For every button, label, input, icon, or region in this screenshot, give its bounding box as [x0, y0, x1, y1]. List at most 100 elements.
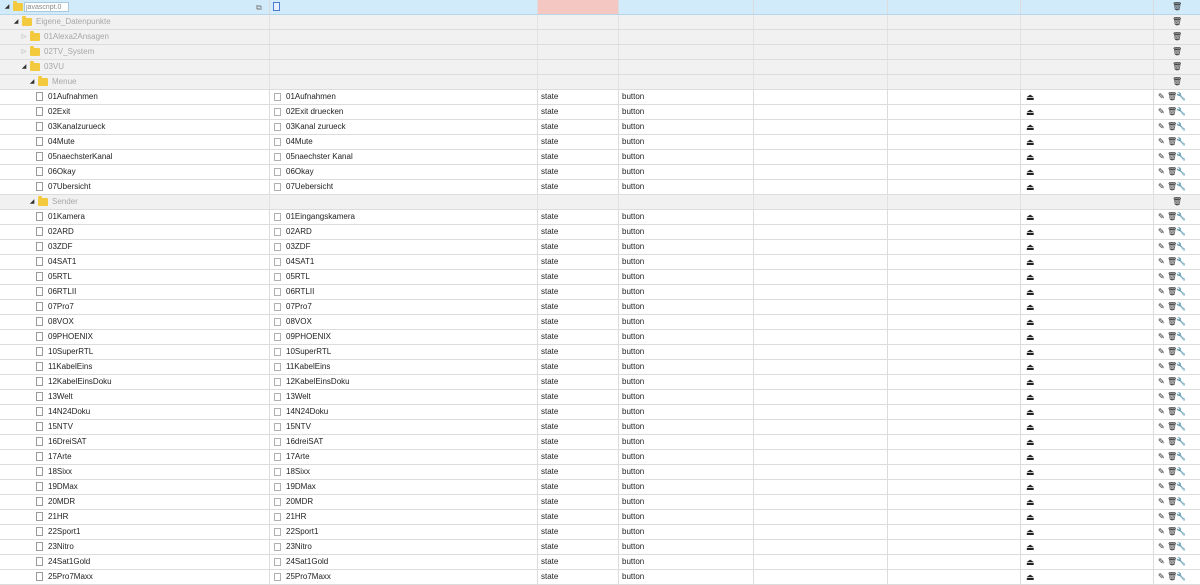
wrench-icon[interactable]: 🔧 — [1176, 120, 1186, 134]
delete-icon[interactable]: 🗑 — [1167, 255, 1177, 269]
push-button-icon[interactable]: ⏏ — [1026, 270, 1035, 284]
delete-icon[interactable]: 🗑 — [1167, 285, 1177, 299]
delete-icon[interactable]: 🗑 — [1167, 510, 1177, 524]
wrench-icon[interactable]: 🔧 — [1176, 405, 1186, 419]
wrench-icon[interactable]: 🔧 — [1176, 225, 1186, 239]
expand-toggle-icon[interactable]: ◢ — [3, 0, 11, 14]
delete-icon[interactable]: 🗑 — [1167, 465, 1177, 479]
wrench-icon[interactable]: 🔧 — [1176, 135, 1186, 149]
push-button-icon[interactable]: ⏏ — [1026, 540, 1035, 554]
edit-icon[interactable]: ✎ — [1158, 420, 1167, 434]
delete-icon[interactable]: 🗑 — [1167, 420, 1177, 434]
wrench-icon[interactable]: 🔧 — [1176, 570, 1186, 584]
push-button-icon[interactable]: ⏏ — [1026, 225, 1035, 239]
edit-icon[interactable]: ✎ — [1158, 240, 1167, 254]
edit-icon[interactable]: ✎ — [1158, 480, 1167, 494]
wrench-icon[interactable]: 🔧 — [1176, 435, 1186, 449]
edit-icon[interactable]: ✎ — [1158, 120, 1167, 134]
delete-icon[interactable]: 🗑 — [1167, 480, 1177, 494]
wrench-icon[interactable]: 🔧 — [1176, 510, 1186, 524]
push-button-icon[interactable]: ⏏ — [1026, 510, 1035, 524]
push-button-icon[interactable]: ⏏ — [1026, 330, 1035, 344]
push-button-icon[interactable]: ⏏ — [1026, 465, 1035, 479]
wrench-icon[interactable]: 🔧 — [1176, 540, 1186, 554]
push-button-icon[interactable]: ⏏ — [1026, 105, 1035, 119]
delete-icon[interactable]: 🗑 — [1167, 525, 1177, 539]
push-button-icon[interactable]: ⏏ — [1026, 480, 1035, 494]
push-button-icon[interactable]: ⏏ — [1026, 390, 1035, 404]
delete-icon[interactable]: 🗑 — [1167, 345, 1177, 359]
delete-icon[interactable]: 🗑 — [1172, 60, 1182, 74]
edit-icon[interactable]: ✎ — [1158, 345, 1167, 359]
delete-icon[interactable]: 🗑 — [1167, 165, 1177, 179]
wrench-icon[interactable]: 🔧 — [1176, 480, 1186, 494]
edit-icon[interactable]: ✎ — [1158, 90, 1167, 104]
wrench-icon[interactable]: 🔧 — [1176, 465, 1186, 479]
push-button-icon[interactable]: ⏏ — [1026, 360, 1035, 374]
delete-icon[interactable]: 🗑 — [1167, 435, 1177, 449]
delete-icon[interactable]: 🗑 — [1167, 210, 1177, 224]
delete-icon[interactable]: 🗑 — [1167, 315, 1177, 329]
delete-icon[interactable]: 🗑 — [1172, 45, 1182, 59]
push-button-icon[interactable]: ⏏ — [1026, 240, 1035, 254]
delete-icon[interactable]: 🗑 — [1167, 240, 1177, 254]
push-button-icon[interactable]: ⏏ — [1026, 90, 1035, 104]
wrench-icon[interactable]: 🔧 — [1176, 240, 1186, 254]
push-button-icon[interactable]: ⏏ — [1026, 255, 1035, 269]
push-button-icon[interactable]: ⏏ — [1026, 315, 1035, 329]
delete-icon[interactable]: 🗑 — [1167, 390, 1177, 404]
edit-icon[interactable]: ✎ — [1158, 150, 1167, 164]
delete-icon[interactable]: 🗑 — [1167, 330, 1177, 344]
delete-icon[interactable]: 🗑 — [1172, 0, 1182, 14]
expand-toggle-icon[interactable]: ▷ — [20, 30, 28, 44]
push-button-icon[interactable]: ⏏ — [1026, 135, 1035, 149]
wrench-icon[interactable]: 🔧 — [1176, 345, 1186, 359]
delete-icon[interactable]: 🗑 — [1167, 105, 1177, 119]
delete-icon[interactable]: 🗑 — [1167, 570, 1177, 584]
push-button-icon[interactable]: ⏏ — [1026, 405, 1035, 419]
edit-icon[interactable]: ✎ — [1158, 180, 1167, 194]
push-button-icon[interactable]: ⏏ — [1026, 555, 1035, 569]
wrench-icon[interactable]: 🔧 — [1176, 390, 1186, 404]
push-button-icon[interactable]: ⏏ — [1026, 495, 1035, 509]
push-button-icon[interactable]: ⏏ — [1026, 570, 1035, 584]
edit-icon[interactable]: ✎ — [1158, 285, 1167, 299]
wrench-icon[interactable]: 🔧 — [1176, 165, 1186, 179]
delete-icon[interactable]: 🗑 — [1167, 555, 1177, 569]
wrench-icon[interactable]: 🔧 — [1176, 450, 1186, 464]
delete-icon[interactable]: 🗑 — [1167, 150, 1177, 164]
wrench-icon[interactable]: 🔧 — [1176, 210, 1186, 224]
push-button-icon[interactable]: ⏏ — [1026, 285, 1035, 299]
delete-icon[interactable]: 🗑 — [1167, 375, 1177, 389]
edit-icon[interactable]: ✎ — [1158, 465, 1167, 479]
push-button-icon[interactable]: ⏏ — [1026, 435, 1035, 449]
edit-icon[interactable]: ✎ — [1158, 210, 1167, 224]
edit-icon[interactable]: ✎ — [1158, 315, 1167, 329]
push-button-icon[interactable]: ⏏ — [1026, 180, 1035, 194]
wrench-icon[interactable]: 🔧 — [1176, 105, 1186, 119]
delete-icon[interactable]: 🗑 — [1172, 195, 1182, 209]
push-button-icon[interactable]: ⏏ — [1026, 525, 1035, 539]
copy-icon[interactable]: ⧉ — [256, 1, 262, 14]
delete-icon[interactable]: 🗑 — [1167, 540, 1177, 554]
edit-icon[interactable]: ✎ — [1158, 105, 1167, 119]
wrench-icon[interactable]: 🔧 — [1176, 90, 1186, 104]
push-button-icon[interactable]: ⏏ — [1026, 120, 1035, 134]
push-button-icon[interactable]: ⏏ — [1026, 375, 1035, 389]
expand-toggle-icon[interactable]: ◢ — [20, 60, 28, 74]
edit-icon[interactable]: ✎ — [1158, 525, 1167, 539]
wrench-icon[interactable]: 🔧 — [1176, 330, 1186, 344]
wrench-icon[interactable]: 🔧 — [1176, 150, 1186, 164]
delete-icon[interactable]: 🗑 — [1172, 15, 1182, 29]
edit-icon[interactable]: ✎ — [1158, 555, 1167, 569]
edit-icon[interactable]: ✎ — [1158, 225, 1167, 239]
wrench-icon[interactable]: 🔧 — [1176, 420, 1186, 434]
edit-icon[interactable]: ✎ — [1158, 165, 1167, 179]
delete-icon[interactable]: 🗑 — [1167, 450, 1177, 464]
object-id-filter-input[interactable] — [24, 2, 69, 12]
edit-icon[interactable]: ✎ — [1158, 270, 1167, 284]
edit-icon[interactable]: ✎ — [1158, 390, 1167, 404]
delete-icon[interactable]: 🗑 — [1167, 270, 1177, 284]
edit-icon[interactable]: ✎ — [1158, 135, 1167, 149]
wrench-icon[interactable]: 🔧 — [1176, 375, 1186, 389]
